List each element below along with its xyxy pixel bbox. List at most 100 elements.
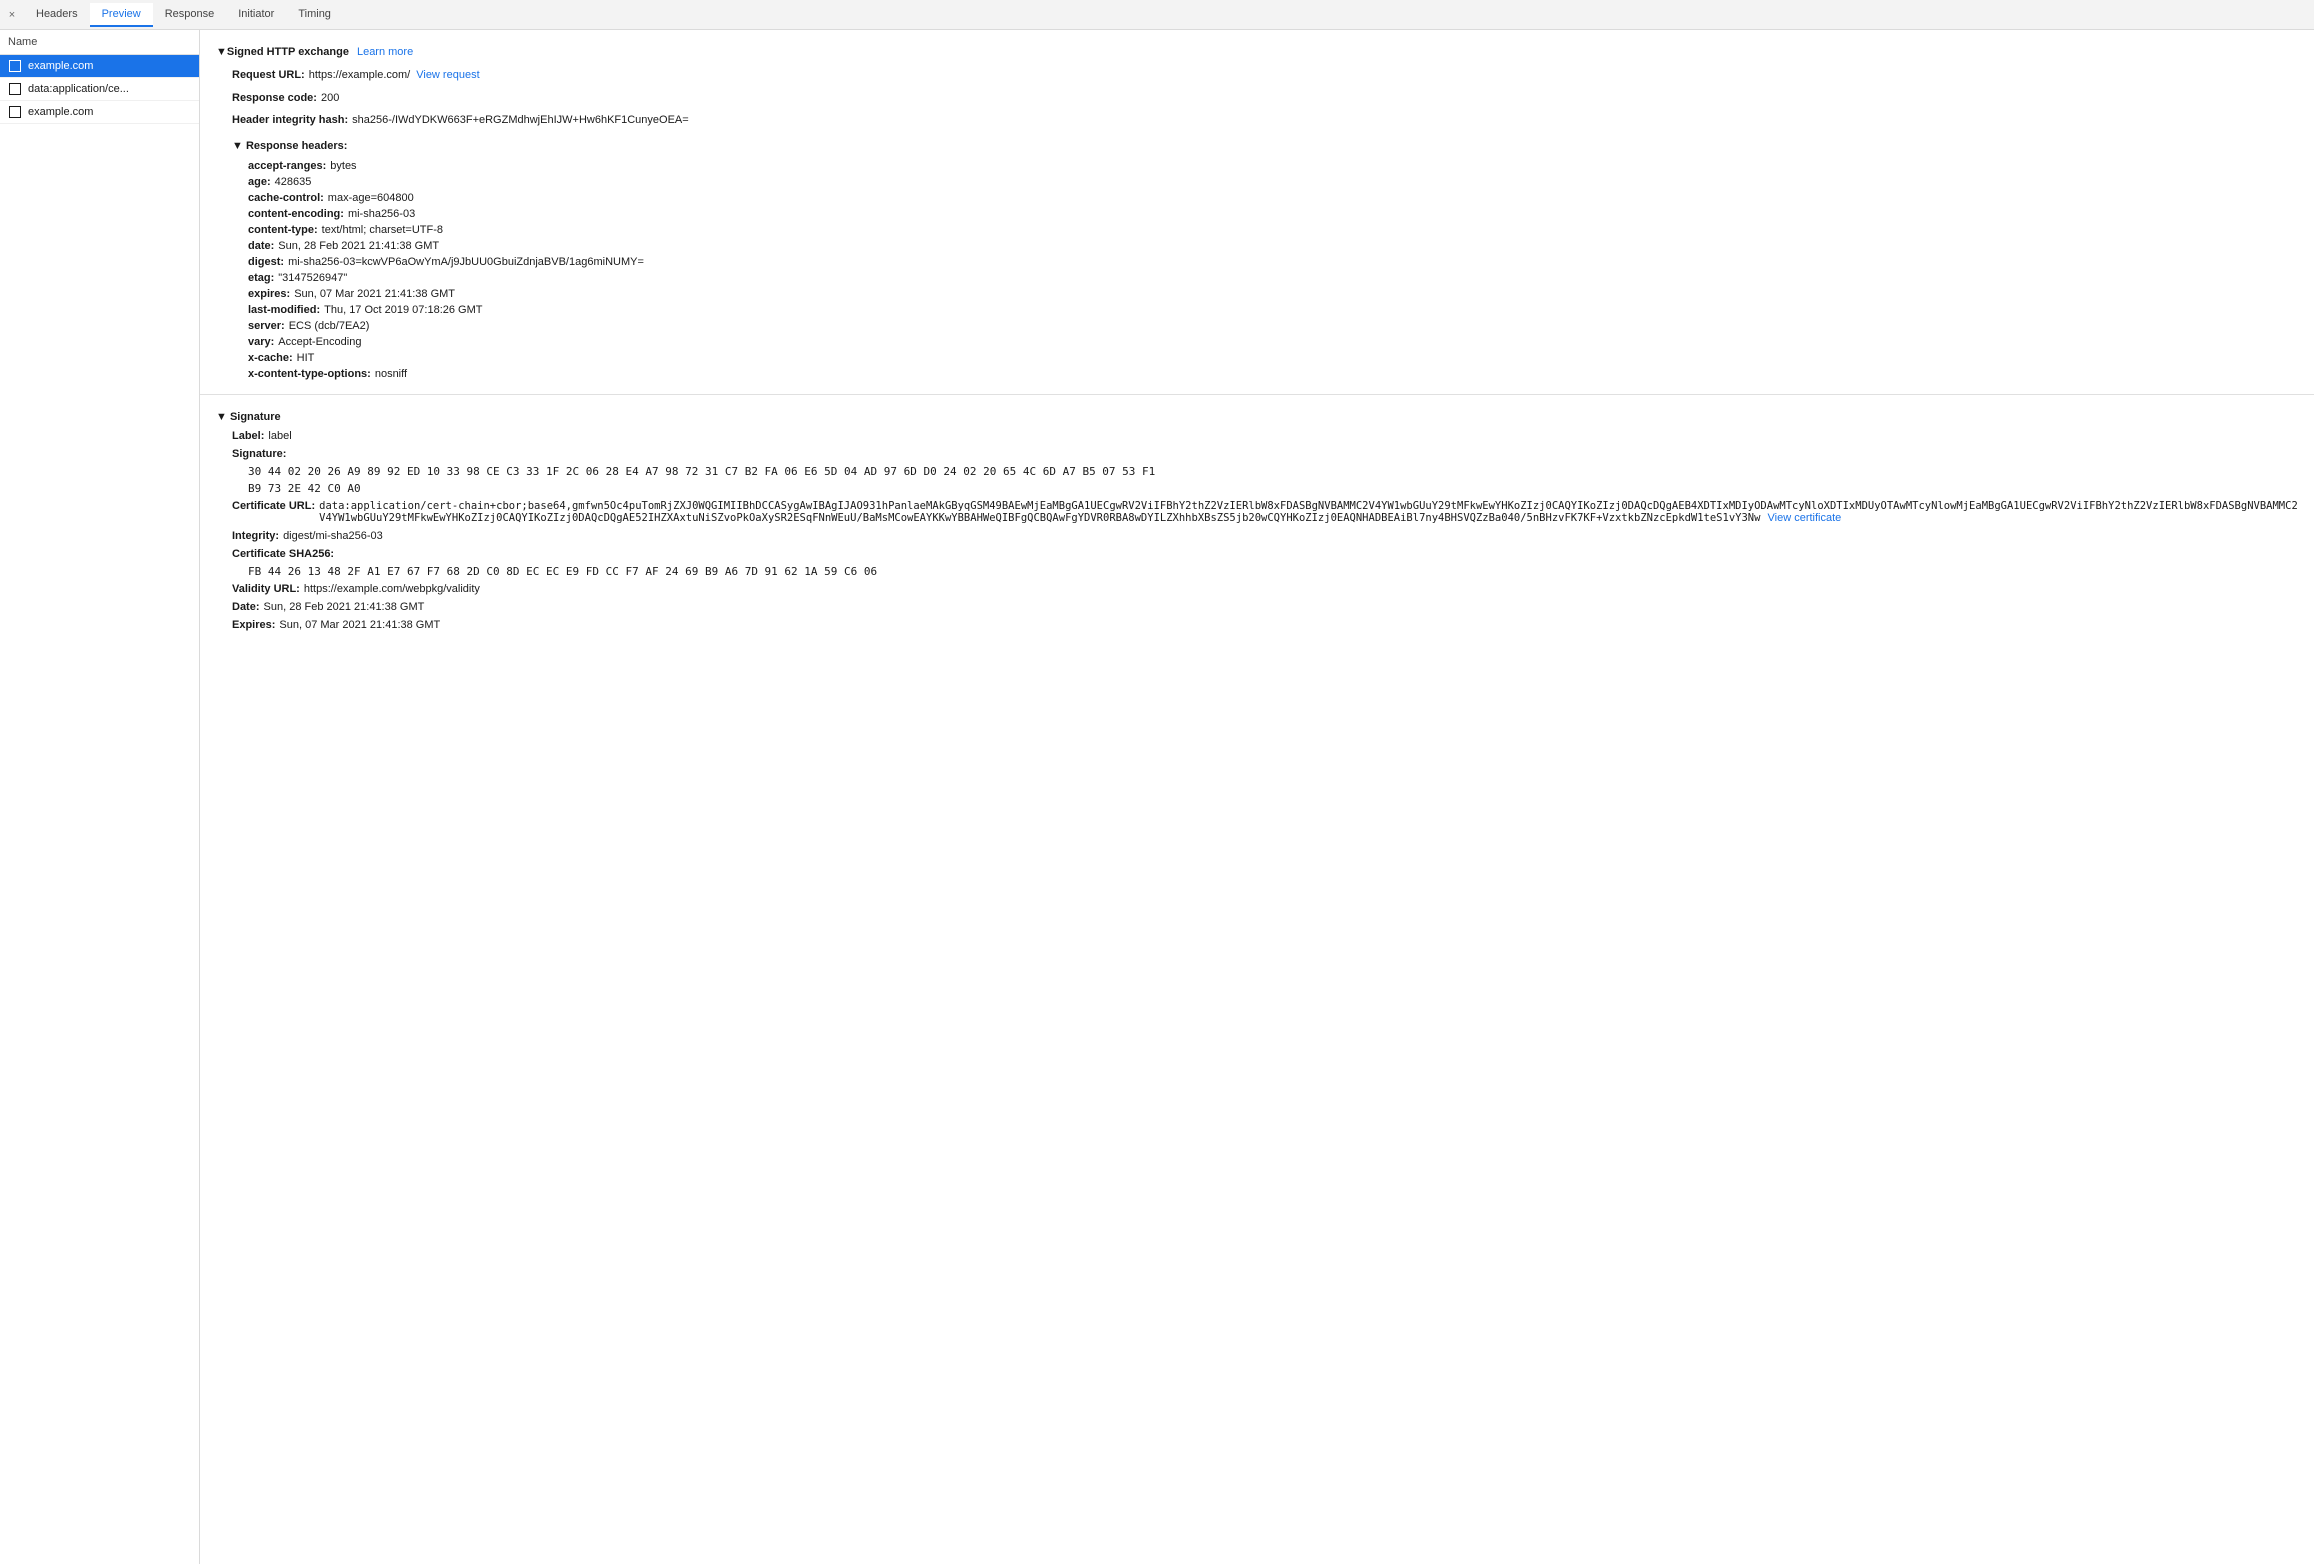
sig-label-value: label [268,430,291,442]
sidebar-label-3: example.com [28,106,93,118]
header-row: server: ECS (dcb/7EA2) [232,318,2298,334]
file-icon-3 [8,105,22,119]
sig-signature-line2: B9 73 2E 42 C0 A0 [216,480,2298,497]
header-row: accept-ranges: bytes [232,158,2298,174]
header-name: x-cache: [248,352,293,364]
header-row: last-modified: Thu, 17 Oct 2019 07:18:26 … [232,302,2298,318]
sidebar-label-2: data:application/ce... [28,83,129,95]
response-code-label: Response code: [232,90,317,107]
tab-timing[interactable]: Timing [286,3,343,27]
date-row: Date: Sun, 28 Feb 2021 21:41:38 GMT [216,598,2298,616]
header-value: text/html; charset=UTF-8 [322,224,443,236]
expires-label: Expires: [232,619,275,631]
header-row: age: 428635 [232,174,2298,190]
file-icon-2 [8,82,22,96]
sig-signature-label: Signature: [232,448,286,460]
request-url-row: Request URL: https://example.com/ View r… [216,64,2298,87]
header-name: content-encoding: [248,208,344,220]
tab-preview[interactable]: Preview [90,3,153,27]
file-icon-1 [8,59,22,73]
main-layout: Name example.com data:application/ce... … [0,30,2314,1564]
header-name: content-type: [248,224,318,236]
cert-sha256-label: Certificate SHA256: [232,548,334,560]
request-url-value: https://example.com/ [309,67,411,84]
date-label: Date: [232,601,260,613]
header-value: Sun, 28 Feb 2021 21:41:38 GMT [278,240,439,252]
header-name: server: [248,320,285,332]
header-value: bytes [330,160,356,172]
header-row: cache-control: max-age=604800 [232,190,2298,206]
header-name: last-modified: [248,304,320,316]
validity-url-value: https://example.com/webpkg/validity [304,583,480,595]
response-headers-title: ▼ Response headers: [232,140,347,152]
header-name: accept-ranges: [248,160,326,172]
expires-row: Expires: Sun, 07 Mar 2021 21:41:38 GMT [216,616,2298,634]
view-certificate-link[interactable]: View certificate [1768,512,1842,524]
sidebar-item-example-com-2[interactable]: example.com [0,101,199,124]
header-name: date: [248,240,274,252]
header-row: x-content-type-options:nosniff [232,366,2298,382]
integrity-value: digest/mi-sha256-03 [283,530,383,542]
header-name: digest: [248,256,284,268]
sidebar-header: Name [0,30,199,55]
sidebar-item-data-application[interactable]: data:application/ce... [0,78,199,101]
header-integrity-label: Header integrity hash: [232,112,348,129]
signature-header[interactable]: ▼ Signature [216,407,2298,427]
sidebar-item-example-com-1[interactable]: example.com [0,55,199,78]
integrity-label: Integrity: [232,530,279,542]
tab-response[interactable]: Response [153,3,227,27]
header-value: mi-sha256-03 [348,208,415,220]
response-headers-section: ▼ Response headers: accept-ranges:bytesa… [216,132,2298,382]
header-value: mi-sha256-03=kcwVP6aOwYmA/j9JbUU0GbuiZdn… [288,256,644,268]
content-panel: ▼ Signed HTTP exchange Learn more Reques… [200,30,2314,1564]
header-value: 428635 [275,176,312,188]
signed-http-exchange-header[interactable]: ▼ Signed HTTP exchange Learn more [216,38,2298,64]
close-icon[interactable]: × [4,7,20,23]
header-row: x-cache: HIT [232,350,2298,366]
cert-url-value: data:application/cert-chain+cbor;base64,… [319,500,2298,524]
header-name: cache-control: [248,192,324,204]
integrity-row: Integrity: digest/mi-sha256-03 [216,527,2298,545]
header-row: content-encoding: mi-sha256-03 [232,206,2298,222]
section-title: Signed HTTP exchange [227,46,349,58]
header-integrity-row: Header integrity hash: sha256-/IWdYDKW66… [216,109,2298,132]
cert-url-label: Certificate URL: [232,500,315,512]
sidebar: Name example.com data:application/ce... … [0,30,200,1564]
header-row: expires: Sun, 07 Mar 2021 21:41:38 GMT [232,286,2298,302]
header-value: HIT [297,352,315,364]
header-value: Thu, 17 Oct 2019 07:18:26 GMT [324,304,482,316]
sidebar-label-1: example.com [28,60,93,72]
signed-http-exchange-section: ▼ Signed HTTP exchange Learn more Reques… [200,30,2314,390]
header-value: Sun, 07 Mar 2021 21:41:38 GMT [294,288,455,300]
tab-initiator[interactable]: Initiator [226,3,286,27]
signature-section: ▼ Signature Label: label Signature: 30 4… [200,399,2314,642]
date-value: Sun, 28 Feb 2021 21:41:38 GMT [264,601,425,613]
header-integrity-value: sha256-/IWdYDKW663F+eRGZMdhwjEhIJW+Hw6hK… [352,112,689,129]
header-name: expires: [248,288,290,300]
header-value: max-age=604800 [328,192,414,204]
sig-signature-line1: 30 44 02 20 26 A9 89 92 ED 10 33 98 CE C… [216,463,2298,480]
response-headers-header[interactable]: ▼ Response headers: [232,132,2298,158]
triangle-icon: ▼ [216,46,227,58]
header-name: vary: [248,336,274,348]
header-value: ECS (dcb/7EA2) [289,320,370,332]
header-name: age: [248,176,271,188]
request-url-label: Request URL: [232,67,305,84]
learn-more-link[interactable]: Learn more [357,46,413,58]
tab-bar: × Headers Preview Response Initiator Tim… [0,0,2314,30]
cert-sha256-row: Certificate SHA256: [216,545,2298,563]
header-name: etag: [248,272,274,284]
sig-label-row: Label: label [216,427,2298,445]
header-row: content-type: text/html; charset=UTF-8 [232,222,2298,238]
section-divider [200,394,2314,395]
header-rows: accept-ranges: bytes age: 428635 cache-contr… [232,158,2298,382]
cert-sha256-value: FB 44 26 13 48 2F A1 E7 67 F7 68 2D C0 8… [216,563,2298,580]
header-row: etag: "3147526947" [232,270,2298,286]
validity-url-row: Validity URL: https://example.com/webpkg… [216,580,2298,598]
view-request-link[interactable]: View request [416,67,479,84]
validity-url-label: Validity URL: [232,583,300,595]
response-code-value: 200 [321,90,339,107]
header-value: "3147526947" [278,272,347,284]
tab-headers[interactable]: Headers [24,3,90,27]
sig-label-label: Label: [232,430,264,442]
